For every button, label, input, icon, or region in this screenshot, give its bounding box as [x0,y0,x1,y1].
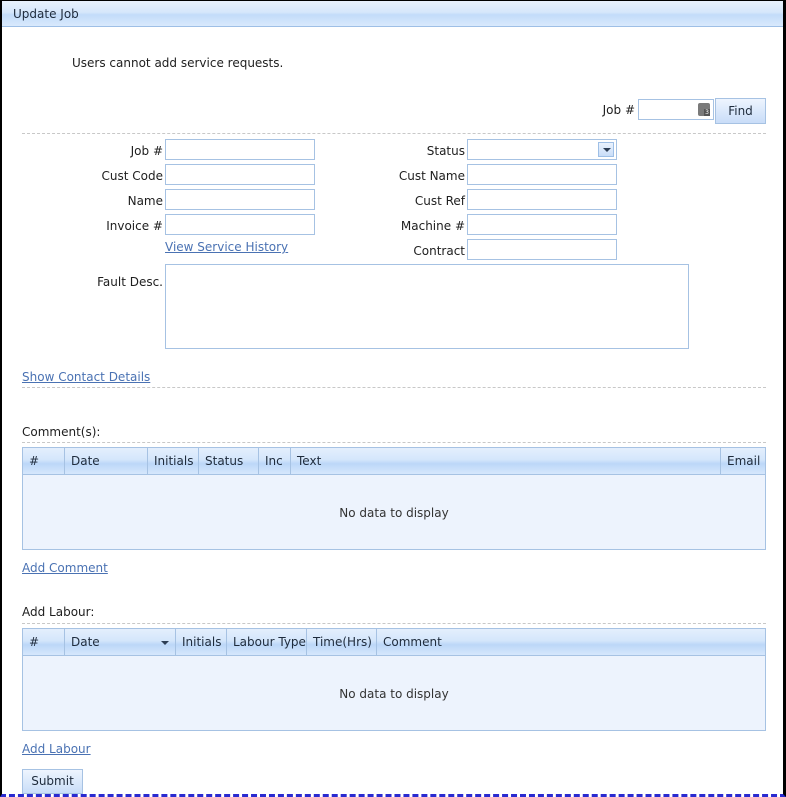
labour-heading: Add Labour: [22,605,95,619]
labour-grid: # Date Initials Labour Type Time(Hrs) Co… [22,628,766,731]
window-titlebar: Update Job [2,1,783,27]
divider [22,442,766,443]
column-header-text[interactable]: Text [291,448,721,474]
column-header-status[interactable]: Status [199,448,259,474]
column-header-inc[interactable]: Inc [259,448,291,474]
sort-down-icon[interactable] [161,641,169,645]
notice-text: Users cannot add service requests. [72,56,284,70]
divider [22,387,766,388]
cust-code-label: Cust Code [101,169,163,183]
search-job-label: Job # [602,103,635,117]
submit-button[interactable]: Submit [22,769,83,794]
name-input[interactable] [165,189,315,210]
job-number-input[interactable] [165,139,315,160]
contract-label: Contract [413,244,465,258]
column-header-email[interactable]: Email [721,448,765,474]
add-comment-link[interactable]: Add Comment [22,561,108,575]
status-label: Status [426,144,465,158]
invoice-number-label: Invoice # [106,219,163,233]
comments-grid-header: # Date Initials Status Inc Text Email [23,448,765,475]
cust-name-label: Cust Name [398,169,465,183]
cust-ref-input[interactable] [467,189,617,210]
column-header-initials[interactable]: Initials [176,629,227,655]
window-title: Update Job [13,7,79,21]
divider [22,623,766,624]
cust-code-input[interactable] [165,164,315,185]
view-service-history-link[interactable]: View Service History [165,240,288,254]
comments-grid: # Date Initials Status Inc Text Email No… [22,447,766,550]
cust-name-input[interactable] [467,164,617,185]
column-header-number[interactable]: # [23,448,65,474]
job-number-label: Job # [130,144,163,158]
machine-number-label: Machine # [400,219,465,233]
fault-desc-textarea[interactable] [165,264,689,349]
column-header-number[interactable]: # [23,629,65,655]
machine-number-input[interactable] [467,214,617,235]
search-job-input[interactable] [638,99,714,120]
column-header-date[interactable]: Date [65,629,176,655]
show-contact-details-link[interactable]: Show Contact Details [22,370,150,384]
labour-empty-text: No data to display [339,687,449,701]
status-select[interactable] [467,139,617,160]
labour-grid-header: # Date Initials Labour Type Time(Hrs) Co… [23,629,765,656]
comments-empty-text: No data to display [339,506,449,520]
name-label: Name [127,194,163,208]
comments-heading: Comment(s): [22,425,101,439]
column-header-comment[interactable]: Comment [377,629,765,655]
fault-desc-label: Fault Desc. [97,275,163,289]
column-header-date-label: Date [71,635,100,649]
contract-input[interactable] [467,239,617,260]
column-header-time[interactable]: Time(Hrs) [307,629,377,655]
column-header-date[interactable]: Date [65,448,148,474]
spin-edit-icon[interactable] [698,103,710,116]
invoice-number-input[interactable] [165,214,315,235]
find-button[interactable]: Find [715,98,766,124]
column-header-labour-type[interactable]: Labour Type [227,629,307,655]
column-header-initials[interactable]: Initials [148,448,199,474]
cust-ref-label: Cust Ref [414,194,465,208]
add-labour-link[interactable]: Add Labour [22,742,91,756]
divider [22,133,766,134]
chevron-down-icon[interactable] [598,142,614,157]
